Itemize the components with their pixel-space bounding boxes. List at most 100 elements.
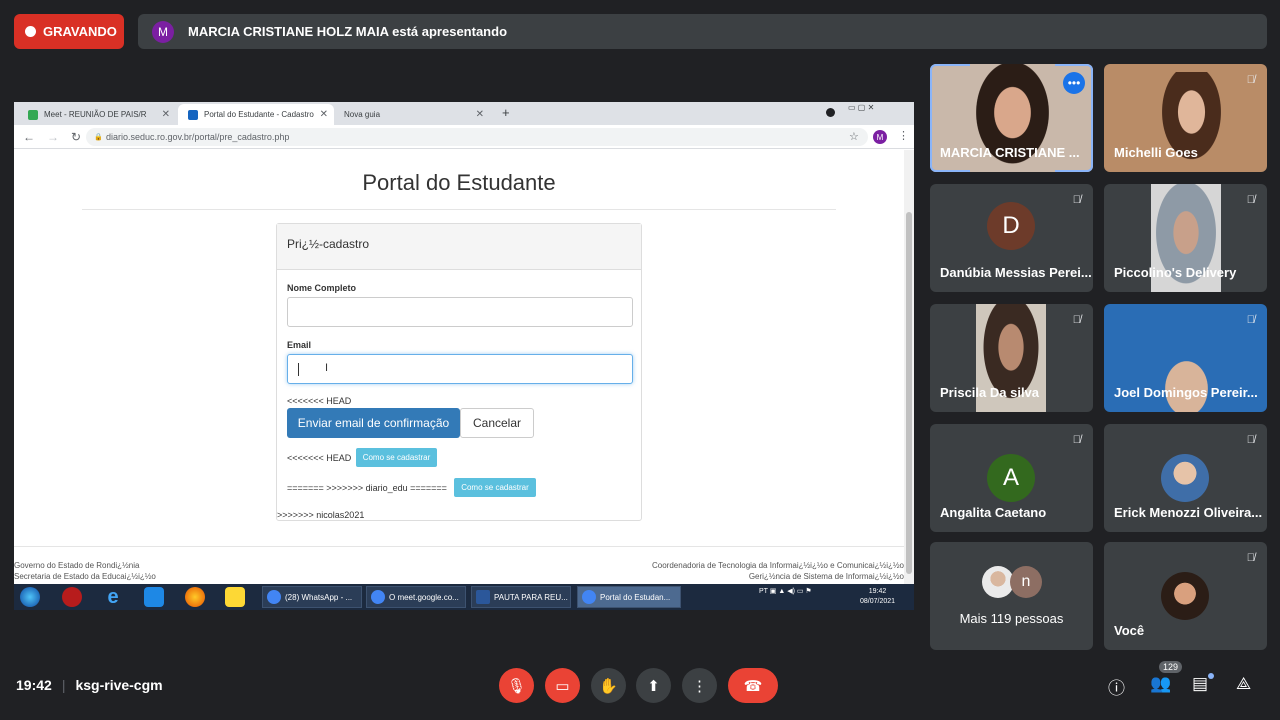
camera-off-icon: ▭ bbox=[555, 677, 570, 695]
chrome-icon bbox=[371, 590, 385, 604]
mic-off-icon: 🎙̸ bbox=[1072, 314, 1081, 326]
participant-avatar: A bbox=[987, 454, 1035, 502]
back-icon[interactable]: ← bbox=[23, 130, 35, 144]
participant-tile[interactable]: 🎙̸ Joel Domingos Pereir... bbox=[1104, 304, 1267, 412]
present-screen-icon: ⬆ bbox=[647, 677, 660, 695]
clock-time: 19:42 bbox=[868, 588, 887, 595]
cancel-button[interactable]: Cancelar bbox=[460, 408, 534, 438]
full-name-input[interactable] bbox=[287, 297, 633, 327]
pre-registration-panel: Pri¿½-cadastro Nome Completo Email I <<<… bbox=[276, 223, 642, 521]
language-indicator: PT bbox=[759, 588, 768, 595]
more-options-icon[interactable]: ••• bbox=[1063, 72, 1085, 94]
activities-icon[interactable]: ⟁ bbox=[1236, 674, 1251, 694]
record-icon bbox=[25, 26, 36, 37]
participant-tile[interactable]: 🎙̸ Priscila Da silva bbox=[930, 304, 1093, 412]
tab-label: Meet - REUNIÃO DE PAIS/R bbox=[44, 110, 147, 119]
participant-tile-more[interactable]: n Mais 119 pessoas bbox=[930, 542, 1093, 650]
start-icon[interactable] bbox=[20, 587, 40, 607]
mic-toggle-button[interactable]: 🎙 bbox=[499, 668, 534, 703]
mic-off-icon: 🎙̸ bbox=[1072, 194, 1081, 206]
taskbar-app-label: O meet.google.co... bbox=[389, 592, 459, 602]
new-tab-icon[interactable]: + bbox=[502, 105, 510, 120]
firefox-icon[interactable] bbox=[185, 587, 205, 607]
mic-off-icon: 🎙̸ bbox=[1246, 434, 1255, 446]
taskbar-app-word[interactable]: PAUTA PARA REU... bbox=[471, 586, 571, 608]
how-to-register-button[interactable]: Como se cadastrar bbox=[454, 478, 536, 497]
conflict-marker: >>>>>>> nicolas2021 bbox=[277, 510, 365, 520]
camera-toggle-button[interactable]: ▭ bbox=[545, 668, 580, 703]
participant-tile[interactable]: ••• MARCIA CRISTIANE ... bbox=[930, 64, 1093, 172]
url-field[interactable]: 🔒 diario.seduc.ro.gov.br/portal/pre_cada… bbox=[86, 128, 868, 146]
close-icon[interactable]: ✕ bbox=[476, 109, 484, 120]
participant-tile-self[interactable]: 🎙̸ Você bbox=[1104, 542, 1267, 650]
footer-government: Governo do Estado de Rondi¿½nia bbox=[14, 561, 140, 570]
taskbar-clock[interactable]: 19:42 08/07/2021 bbox=[860, 587, 895, 607]
page-scrollbar[interactable] bbox=[904, 150, 914, 584]
participant-name: Michelli Goes bbox=[1114, 145, 1198, 160]
address-bar: ← → ↻ 🔒 diario.seduc.ro.gov.br/portal/pr… bbox=[14, 125, 914, 149]
tab-portal[interactable]: Portal do Estudante - Cadastro ✕ bbox=[178, 104, 334, 125]
folder-icon[interactable] bbox=[225, 587, 245, 607]
leave-call-button[interactable]: ☎ bbox=[728, 668, 778, 703]
footer-management: Geri¿½ncia de Sistema de Informai¿½i¿½o bbox=[748, 572, 904, 581]
divider bbox=[82, 209, 836, 210]
close-icon[interactable]: ✕ bbox=[320, 109, 328, 120]
chat-icon[interactable]: ▤ bbox=[1192, 674, 1208, 694]
email-label: Email bbox=[287, 340, 312, 350]
how-to-register-button[interactable]: Como se cadastrar bbox=[356, 448, 437, 467]
tab-meet[interactable]: Meet - REUNIÃO DE PAIS/R ✕ bbox=[18, 104, 176, 125]
shared-screen: Meet - REUNIÃO DE PAIS/R ✕ Portal do Est… bbox=[14, 102, 914, 610]
phone-hangup-icon: ☎ bbox=[743, 677, 763, 695]
mic-off-icon: 🎙̸ bbox=[1072, 434, 1081, 446]
meeting-code: ksg-rive-cgm bbox=[75, 677, 163, 693]
send-confirmation-button[interactable]: Enviar email de confirmação bbox=[287, 408, 460, 438]
taskbar-app-whatsapp[interactable]: (28) WhatsApp - ... bbox=[262, 586, 362, 608]
close-icon[interactable]: ✕ bbox=[162, 109, 170, 120]
page-title: Portal do Estudante bbox=[362, 170, 556, 195]
browser-tab-bar: Meet - REUNIÃO DE PAIS/R ✕ Portal do Est… bbox=[14, 102, 914, 125]
participant-tile[interactable]: 🎙̸ D Danúbia Messias Perei... bbox=[930, 184, 1093, 292]
taskbar-app-portal[interactable]: Portal do Estudan... bbox=[577, 586, 681, 608]
people-icon[interactable]: 👥 bbox=[1150, 674, 1171, 694]
chrome-icon bbox=[582, 590, 596, 604]
footer-secretariat: Secretaria de Estado da Educai¿½i¿½o bbox=[14, 572, 156, 581]
name-label: Nome Completo bbox=[287, 283, 357, 293]
meeting-info: 19:42 | ksg-rive-cgm bbox=[16, 677, 163, 693]
panel-heading: Pri¿½-cadastro bbox=[277, 224, 641, 270]
antivirus-icon[interactable] bbox=[62, 587, 82, 607]
clock-date: 08/07/2021 bbox=[860, 598, 896, 605]
bookmark-star-icon[interactable]: ☆ bbox=[849, 130, 859, 143]
participant-avatar: D bbox=[987, 202, 1035, 250]
system-tray[interactable]: PT ▣ ▲ ◀) ▭ ⚑ bbox=[759, 587, 812, 595]
conflict-marker: <<<<<<< HEAD bbox=[287, 396, 352, 406]
taskbar-app-meet[interactable]: O meet.google.co... bbox=[366, 586, 466, 608]
browser-menu-icon[interactable]: ⋮ bbox=[898, 129, 909, 142]
participant-tile[interactable]: 🎙̸ Erick Menozzi Oliveira... bbox=[1104, 424, 1267, 532]
hand-icon: ✋ bbox=[599, 677, 618, 695]
taskbar-app-label: Portal do Estudan... bbox=[600, 592, 671, 602]
more-options-button[interactable]: ⋮ bbox=[682, 668, 717, 703]
participant-name: Danúbia Messias Perei... bbox=[940, 265, 1092, 280]
text-caret bbox=[298, 363, 299, 376]
internet-explorer-icon[interactable]: e bbox=[103, 587, 123, 607]
raise-hand-button[interactable]: ✋ bbox=[591, 668, 626, 703]
participant-tile[interactable]: 🎙̸ Piccolino's Delivery bbox=[1104, 184, 1267, 292]
profile-avatar[interactable]: M bbox=[873, 130, 887, 144]
reload-icon[interactable]: ↻ bbox=[71, 130, 81, 144]
tab-label: Portal do Estudante - Cadastro bbox=[204, 110, 314, 119]
window-controls-icon[interactable]: ▭ ▢ ✕ bbox=[848, 103, 906, 114]
mic-off-icon: 🎙̸ bbox=[1246, 552, 1255, 564]
forward-icon[interactable]: → bbox=[47, 130, 59, 144]
presenting-text: MARCIA CRISTIANE HOLZ MAIA está apresent… bbox=[188, 24, 508, 39]
media-player-icon[interactable] bbox=[144, 587, 164, 607]
record-tab-icon bbox=[826, 108, 835, 117]
conflict-marker: <<<<<<< HEAD bbox=[287, 453, 352, 463]
meeting-details-icon[interactable]: ⓘ bbox=[1108, 674, 1125, 699]
email-input[interactable]: I bbox=[287, 354, 633, 384]
tab-new[interactable]: Nova guia ✕ bbox=[334, 104, 490, 125]
participant-tile[interactable]: 🎙̸ Michelli Goes bbox=[1104, 64, 1267, 172]
participant-tile[interactable]: 🎙̸ A Angalita Caetano bbox=[930, 424, 1093, 532]
conflict-marker: ======= >>>>>>> diario_edu ======= bbox=[287, 483, 447, 493]
divider bbox=[14, 546, 904, 547]
present-button[interactable]: ⬆ bbox=[636, 668, 671, 703]
